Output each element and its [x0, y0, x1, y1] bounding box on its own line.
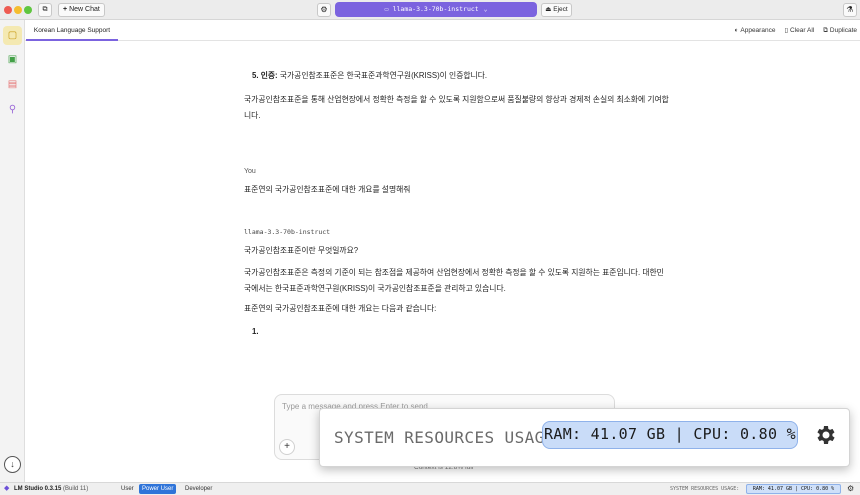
title-bar: ⧉ + New Chat ⚙ ▭ llama-3.3-70b-instruct ⌄ ⏏…: [0, 0, 860, 20]
user-message: 표준연의 국가공인참조표준에 대한 개요를 설명해줘: [244, 185, 411, 194]
clear-all-button[interactable]: ▯ Clear All: [784, 20, 814, 41]
list-item-title: 인증:: [260, 71, 278, 80]
tab-bar: Korean Language Support ◐ Appearance ▯ Cle…: [25, 20, 860, 41]
sidebar-toggle-icon[interactable]: ⧉: [38, 3, 52, 17]
clear-all-label: Clear All: [790, 27, 815, 34]
plus-icon: +: [63, 6, 68, 13]
assistant-sender-label: llama-3.3-70b-instruct: [244, 228, 331, 236]
minimize-window-button[interactable]: [14, 6, 22, 14]
model-name: llama-3.3-70b-instruct: [392, 5, 479, 13]
chat-icon[interactable]: ▢: [3, 26, 22, 45]
model-icon: ▭: [384, 5, 389, 13]
add-attachment-button[interactable]: +: [279, 439, 295, 455]
model-selector[interactable]: ▭ llama-3.3-70b-instruct ⌄: [335, 2, 537, 17]
eject-icon: ⏏: [545, 6, 552, 13]
list-item-text: 국가공인참조표준은 한국표준과학연구원(KRISS)이 인증합니다.: [277, 71, 488, 80]
assistant-summary: 국가공인참조표준을 통해 산업현장에서 정확한 측정을 할 수 있도록 지원함으…: [244, 95, 669, 120]
appearance-button[interactable]: ◐ Appearance: [734, 20, 775, 41]
palette-icon: ◐: [734, 27, 739, 34]
app-name: LM Studio 0.3.15: [14, 486, 62, 492]
duplicate-button[interactable]: ⧉ Duplicate: [823, 20, 857, 41]
list-item-1-number: 1.: [252, 327, 259, 336]
tab-korean-language-support[interactable]: Korean Language Support: [26, 20, 118, 41]
download-icon[interactable]: ↓: [4, 456, 21, 473]
eject-button[interactable]: ⏏ Eject: [541, 3, 572, 17]
status-resources-value[interactable]: RAM: 41.07 GB | CPU: 0.80 %: [746, 484, 841, 494]
list-item-5: 5. 인증: 국가공인참조표준은 한국표준과학연구원(KRISS)이 인증합니다…: [252, 68, 487, 84]
status-resources-label: SYSTEM RESOURCES USAGE:: [670, 486, 740, 492]
model-settings-gear-icon[interactable]: ⚙: [317, 3, 331, 17]
new-chat-button[interactable]: + New Chat: [58, 3, 105, 17]
list-number: 5.: [252, 71, 259, 80]
status-bar: ◆ LM Studio 0.3.15 (Build 11) User Power…: [0, 482, 860, 495]
lm-studio-logo-icon: ◆: [4, 485, 10, 492]
terminal-icon[interactable]: ▣: [3, 50, 22, 69]
chat-actions: ◐ Appearance ▯ Clear All ⧉ Duplicate: [734, 20, 857, 41]
duplicate-label: Duplicate: [829, 27, 857, 34]
close-window-button[interactable]: [4, 6, 12, 14]
settings-gear-icon[interactable]: ⚙: [847, 483, 854, 495]
maximize-window-button[interactable]: [24, 6, 32, 14]
assistant-intro: 표준연의 국가공인참조표준에 대한 개요는 다음과 같습니다:: [244, 304, 437, 313]
search-icon[interactable]: ⚲: [3, 100, 22, 119]
app-version: LM Studio 0.3.15 (Build 11): [14, 483, 88, 495]
system-resources-popup: SYSTEM RESOURCES USAGE: RAM: 41.07 GB | …: [319, 408, 850, 467]
appearance-label: Appearance: [740, 27, 776, 34]
copy-icon: ⧉: [823, 27, 828, 34]
mode-user[interactable]: User: [118, 484, 137, 494]
trash-icon: ▯: [784, 27, 789, 34]
resources-value[interactable]: RAM: 41.07 GB | CPU: 0.80 %: [542, 421, 798, 449]
user-sender-label: You: [244, 168, 256, 175]
build-number: (Build 11): [63, 486, 89, 492]
mode-developer[interactable]: Developer: [182, 484, 215, 494]
mode-power-user[interactable]: Power User: [139, 484, 177, 494]
gear-icon[interactable]: [814, 423, 838, 447]
flask-icon[interactable]: ⚗: [843, 3, 857, 17]
new-chat-label: New Chat: [69, 6, 100, 13]
folder-icon[interactable]: ▤: [3, 75, 22, 94]
chevron-down-icon: ⌄: [483, 6, 488, 13]
left-rail: ▢ ▣ ▤ ⚲ ↓: [0, 20, 25, 482]
assistant-answer: 국가공인참조표준은 측정의 기준이 되는 참조점을 제공하여 산업현장에서 정확…: [244, 268, 664, 293]
eject-label: Eject: [553, 6, 568, 13]
resources-label: SYSTEM RESOURCES USAGE:: [334, 428, 565, 447]
assistant-question: 국가공인참조표준이란 무엇일까요?: [244, 246, 359, 255]
